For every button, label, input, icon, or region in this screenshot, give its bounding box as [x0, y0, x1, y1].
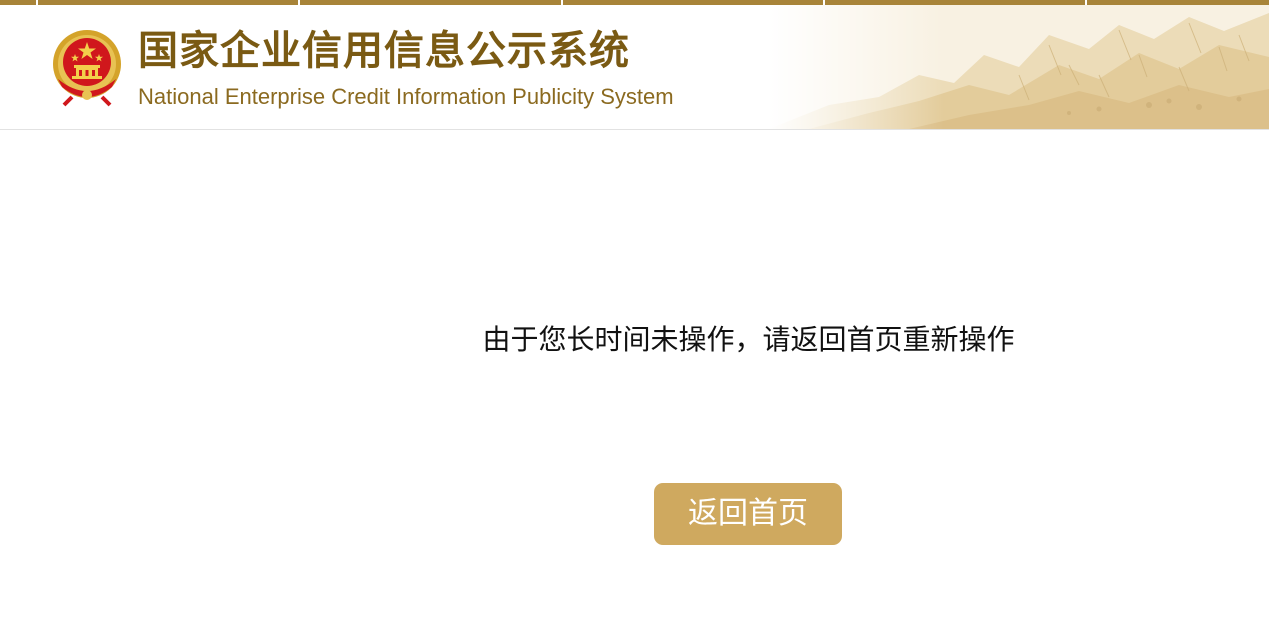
session-timeout-message: 由于您长时间未操作，请返回首页重新操作: [482, 323, 1015, 356]
mountain-landscape-decoration: [769, 5, 1269, 129]
site-subtitle: National Enterprise Credit Information P…: [138, 84, 674, 109]
site-title: 国家企业信用信息公示系统: [138, 28, 630, 74]
return-home-button[interactable]: 返回首页: [654, 483, 842, 545]
national-emblem-icon: [53, 30, 121, 107]
site-header: 国家企业信用信息公示系统 National Enterprise Credit …: [0, 5, 1269, 130]
